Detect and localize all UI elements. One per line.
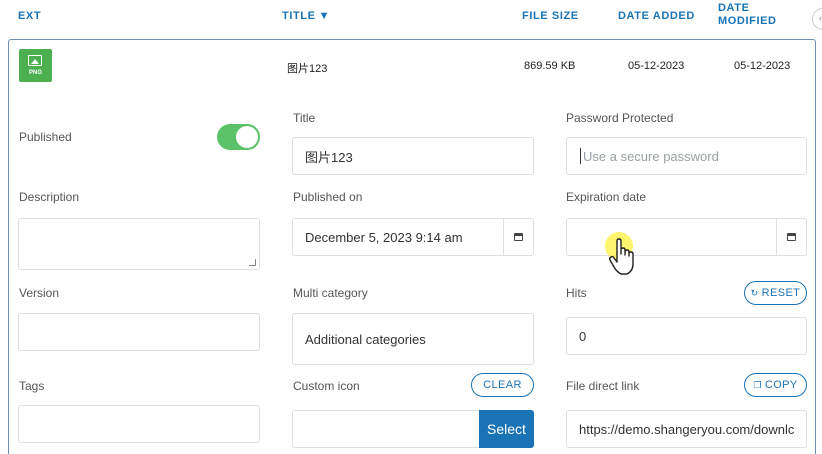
published-label: Published — [19, 130, 72, 144]
column-ext[interactable]: EXT — [18, 10, 41, 22]
expiration-label: Expiration date — [566, 190, 647, 204]
row-date-modified: 05-12-2023 — [734, 60, 791, 72]
custom-icon-input[interactable] — [292, 410, 482, 448]
column-title[interactable]: TITLE ▼ — [282, 10, 330, 22]
copy-icon: ❐ — [753, 379, 762, 390]
direct-link-label: File direct link — [566, 379, 640, 393]
row-file-size: 869.59 KB — [524, 60, 576, 72]
hand-cursor-icon — [608, 238, 634, 275]
expiration-input[interactable] — [566, 218, 807, 256]
text-caret — [580, 148, 581, 164]
custom-icon-label: Custom icon — [293, 379, 360, 393]
reset-hits-button[interactable]: ↻ RESET — [744, 281, 807, 305]
published-on-input[interactable]: December 5, 2023 9:14 am — [292, 218, 534, 256]
password-input[interactable]: Use a secure password — [566, 137, 807, 175]
calendar-icon[interactable] — [503, 219, 533, 255]
published-toggle[interactable] — [217, 124, 260, 150]
published-on-value: December 5, 2023 9:14 am — [305, 229, 463, 245]
hits-input[interactable]: 0 — [566, 317, 807, 355]
description-label: Description — [19, 190, 80, 204]
row-date-added: 05-12-2023 — [628, 60, 685, 72]
hits-label: Hits — [566, 286, 587, 300]
clear-button[interactable]: CLEAR — [471, 373, 534, 397]
png-file-icon: PNG — [19, 49, 52, 82]
file-ext-label: PNG — [28, 70, 42, 76]
copy-link-button[interactable]: ❐ COPY — [744, 373, 807, 397]
published-on-label: Published on — [293, 190, 363, 204]
resize-handle-icon[interactable] — [249, 259, 256, 266]
calendar-icon[interactable] — [776, 219, 806, 255]
description-textarea[interactable] — [18, 218, 260, 270]
table-header: EXT TITLE ▼ FILE SIZE DATE ADDED DATE MOD… — [0, 0, 822, 36]
tags-input[interactable] — [18, 405, 260, 443]
multi-category-input[interactable]: Additional categories — [292, 313, 534, 365]
clear-label: CLEAR — [483, 379, 522, 391]
sort-desc-icon: ▼ — [318, 10, 331, 22]
version-input[interactable] — [18, 313, 260, 351]
image-icon — [28, 55, 42, 66]
direct-link-input[interactable]: https://demo.shangeryou.com/downlc — [566, 410, 807, 448]
column-date-added[interactable]: DATE ADDED — [618, 10, 695, 22]
refresh-icon: ↻ — [750, 287, 759, 298]
multi-category-label: Multi category — [293, 286, 368, 300]
column-date-modified[interactable]: DATE MODIFIED — [718, 2, 788, 28]
column-file-size[interactable]: FILE SIZE — [522, 10, 579, 22]
title-label: Title — [293, 111, 316, 125]
select-icon-button[interactable]: Select — [479, 410, 534, 448]
password-placeholder: Use a secure password — [583, 148, 719, 164]
title-input[interactable]: 图片123 — [292, 137, 534, 175]
toggle-knob — [236, 126, 258, 148]
copy-label: COPY — [764, 379, 798, 391]
row-title: 图片123 — [287, 63, 328, 75]
password-label: Password Protected — [566, 111, 674, 125]
reset-label: RESET — [761, 287, 801, 299]
multi-category-placeholder: Additional categories — [305, 331, 426, 347]
tags-label: Tags — [19, 379, 45, 393]
column-title-label: TITLE — [282, 10, 316, 22]
version-label: Version — [19, 286, 60, 300]
